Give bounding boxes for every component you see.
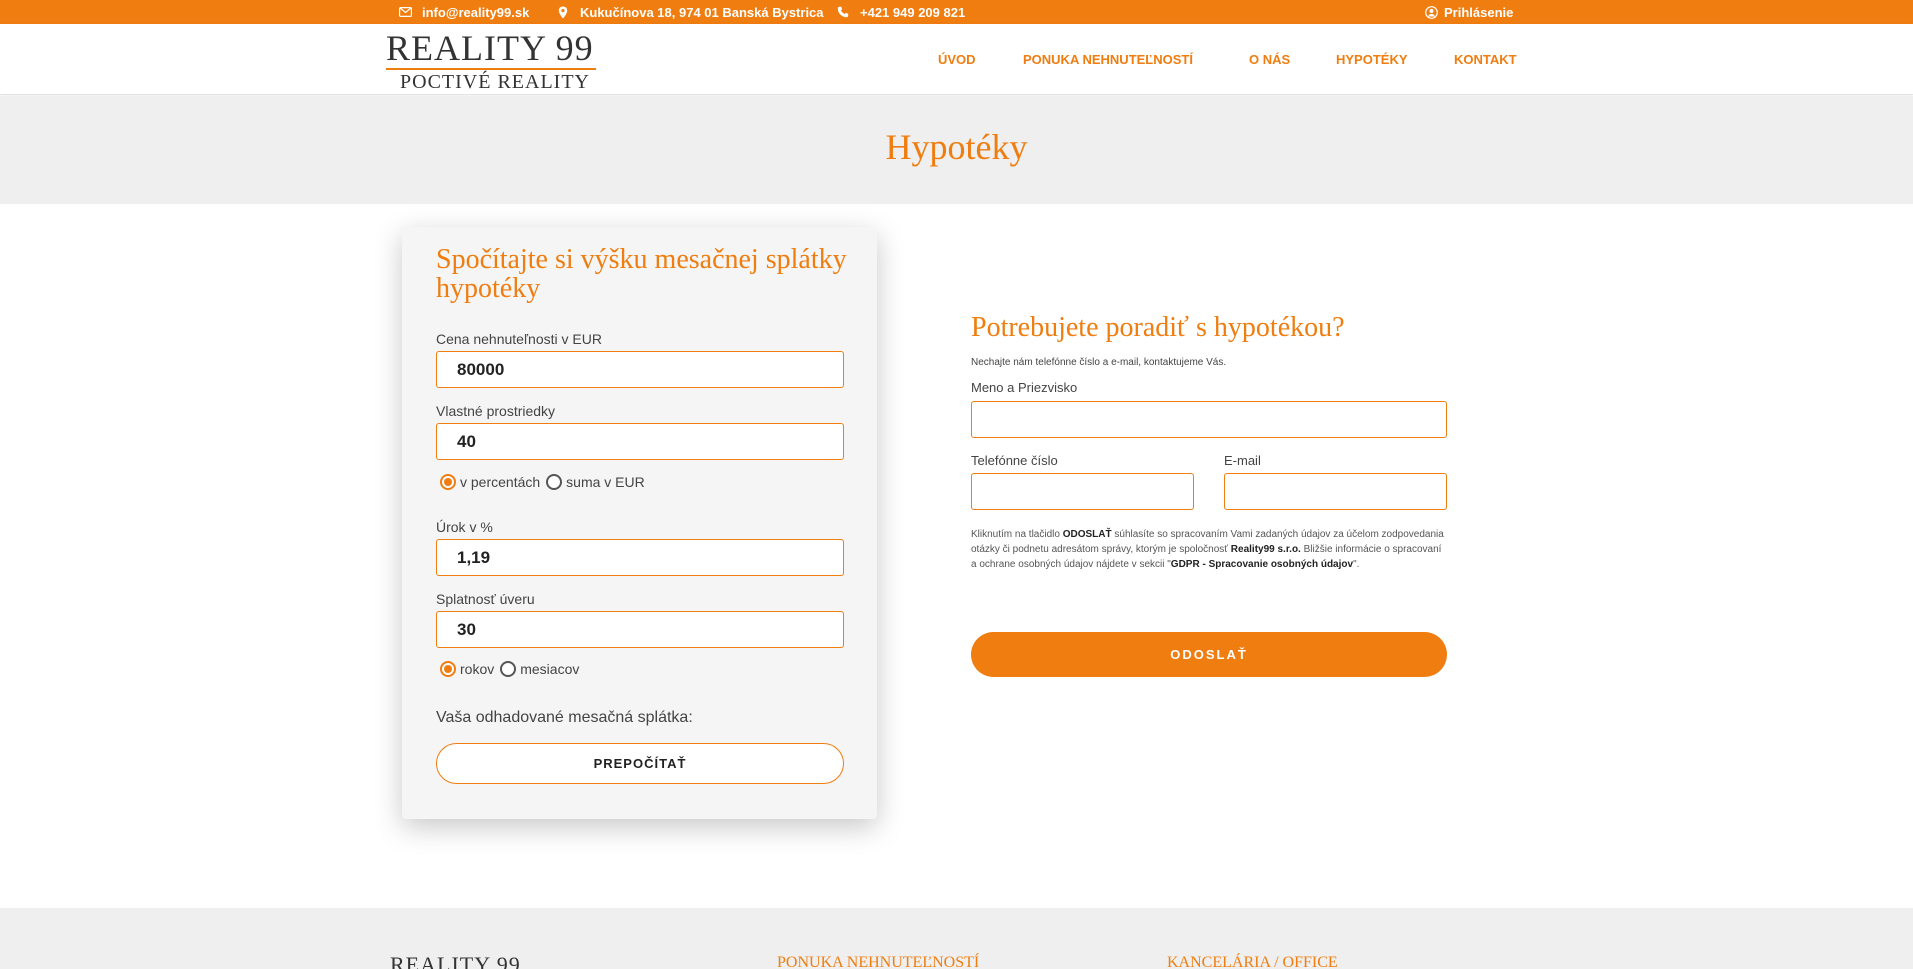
topbar-email-text[interactable]: info@reality99.sk: [422, 5, 529, 20]
email-input[interactable]: [1224, 473, 1447, 510]
gdpr-consent-text: Kliknutím na tlačidlo ODOSLAŤ súhlasíte …: [971, 527, 1449, 572]
term-input[interactable]: 30: [436, 611, 844, 648]
term-mode: rokov mesiacov: [440, 661, 585, 677]
map-pin-icon: [556, 5, 570, 19]
logo-name: REALITY 99: [386, 28, 594, 68]
nav-item-kontakt[interactable]: KONTAKT: [1454, 52, 1517, 67]
topbar-phone-text[interactable]: +421 949 209 821: [860, 5, 965, 20]
name-label: Meno a Priezvisko: [971, 380, 1078, 395]
topbar-login-text[interactable]: Prihlásenie: [1444, 5, 1513, 20]
phone-label: Telefónne číslo: [971, 453, 1058, 468]
price-label: Cena nehnuteľnosti v EUR: [436, 331, 602, 347]
radio-eur-label: suma v EUR: [566, 474, 645, 490]
own-funds-label: Vlastné prostriedky: [436, 403, 556, 419]
estimate-label: Vaša odhadované mesačná splátka:: [436, 709, 693, 726]
consent-part: Kliknutím na tlačidlo: [971, 529, 1063, 540]
nav-item-hypoteky[interactable]: HYPOTÉKY: [1336, 52, 1408, 67]
price-input[interactable]: 80000: [436, 351, 844, 388]
recalculate-button[interactable]: PREPOČÍTAŤ: [436, 743, 844, 784]
site-footer: REALITY 99 PONUKA NEHNUTEĽNOSTÍ KANCELÁR…: [0, 908, 1913, 969]
consent-part: ".: [1353, 559, 1360, 570]
own-funds-mode: v percentách suma v EUR: [440, 474, 651, 490]
envelope-icon: [398, 5, 412, 19]
page-title: Hypotéky: [885, 127, 1028, 167]
contact-title: Potrebujete poradiť s hypotékou?: [971, 312, 1345, 343]
site-logo[interactable]: REALITY 99 POCTIVÉ REALITY: [386, 30, 596, 92]
mortgage-calculator: Spočítajte si výšku mesačnej splátky hyp…: [402, 227, 877, 819]
email-label: E-mail: [1224, 453, 1261, 468]
footer-heading-ponuka: PONUKA NEHNUTEĽNOSTÍ: [777, 954, 980, 969]
radio-percent-label: v percentách: [460, 474, 541, 490]
page-hero: Hypotéky: [0, 96, 1913, 204]
topbar-login[interactable]: Prihlásenie: [1424, 0, 1513, 24]
topbar-address-text: Kukučínova 18, 974 01 Banská Bystrica: [580, 4, 824, 20]
phone-input[interactable]: [971, 473, 1194, 510]
footer-logo[interactable]: REALITY 99: [390, 952, 521, 969]
radio-months[interactable]: [500, 661, 517, 677]
interest-input[interactable]: 1,19: [436, 539, 844, 576]
phone-icon: [836, 5, 850, 19]
radio-years-label: rokov: [460, 661, 495, 677]
site-header: REALITY 99 POCTIVÉ REALITY ÚVOD PONUKA N…: [0, 24, 1913, 95]
topbar-address: Kukučínova 18, 974 01 Banská Bystrica: [556, 0, 824, 24]
mortgage-contact-form: Potrebujete poradiť s hypotékou? Nechajt…: [971, 312, 1449, 677]
name-input[interactable]: [971, 401, 1447, 438]
logo-tagline: POCTIVÉ REALITY: [400, 71, 590, 93]
footer-heading-office: KANCELÁRIA / OFFICE: [1167, 954, 1338, 969]
consent-bold: ODOSLAŤ: [1062, 529, 1112, 540]
radio-years[interactable]: [440, 661, 456, 677]
calculator-title: Spočítajte si výšku mesačnej splátky hyp…: [436, 244, 847, 304]
topbar-email[interactable]: info@reality99.sk: [398, 0, 529, 24]
term-label: Splatnosť úveru: [436, 591, 535, 607]
consent-bold: Reality99 s.r.o.: [1230, 544, 1301, 555]
radio-eur[interactable]: [546, 474, 563, 490]
nav-item-ponuka[interactable]: PONUKA NEHNUTEĽNOSTÍ: [1023, 52, 1193, 67]
logo-underline: [386, 68, 596, 70]
radio-option-percent[interactable]: v percentách: [440, 474, 540, 490]
radio-option-months[interactable]: mesiacov: [500, 661, 579, 677]
radio-option-eur[interactable]: suma v EUR: [546, 474, 645, 490]
nav-item-uvod[interactable]: ÚVOD: [938, 52, 976, 67]
radio-months-label: mesiacov: [520, 661, 580, 677]
contact-subtitle: Nechajte nám telefónne číslo a e-mail, k…: [971, 357, 1227, 368]
user-icon: [1424, 5, 1438, 19]
interest-label: Úrok v %: [436, 519, 493, 535]
own-funds-input[interactable]: 40: [436, 423, 844, 460]
radio-percent[interactable]: [440, 474, 456, 490]
nav-item-o-nas[interactable]: O NÁS: [1249, 52, 1290, 67]
top-bar: info@reality99.sk Kukučínova 18, 974 01 …: [0, 0, 1913, 24]
send-button[interactable]: ODOSLAŤ: [971, 632, 1447, 677]
radio-option-years[interactable]: rokov: [440, 661, 494, 677]
gdpr-link[interactable]: GDPR - Spracovanie osobných údajov: [1171, 559, 1353, 570]
topbar-phone[interactable]: +421 949 209 821: [836, 0, 965, 24]
